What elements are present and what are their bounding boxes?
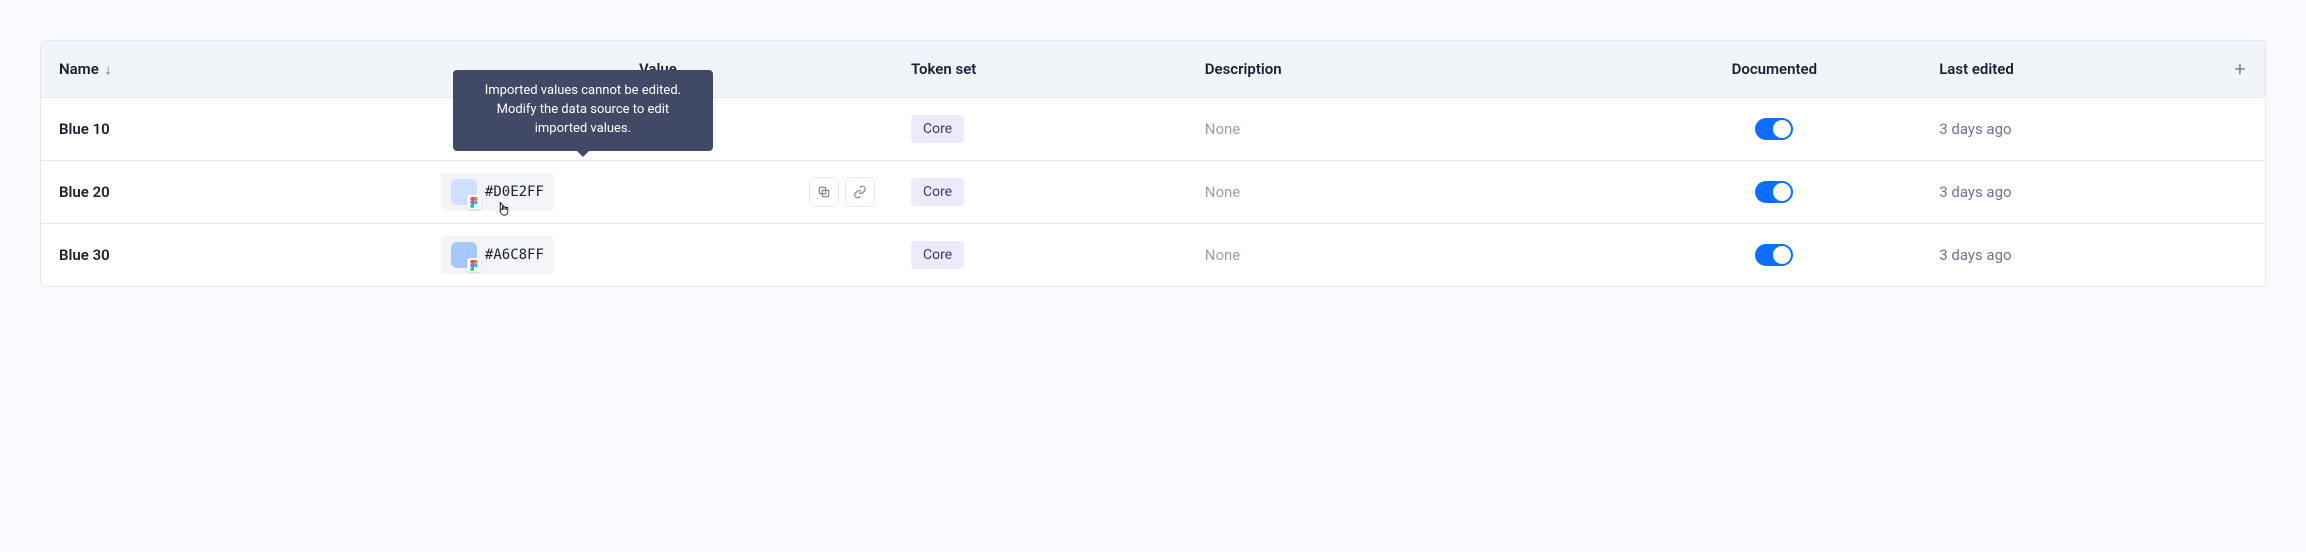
token-name[interactable]: Blue 20 [41,171,423,213]
column-header-last-edited[interactable]: Last edited [1921,44,2215,94]
link-icon [853,185,867,199]
column-header-name[interactable]: Name ↓ [41,44,423,94]
column-header-token-set[interactable]: Token set [893,44,1187,94]
figma-icon [470,197,478,208]
token-set-cell: Core [893,103,1187,155]
token-name[interactable]: Blue 10 [41,108,423,150]
row-actions [809,177,875,207]
table-row: Blue 20Imported values cannot be edited.… [41,161,2265,224]
trailing-cell [2215,180,2265,204]
description-cell[interactable]: None [1187,108,1628,150]
documented-toggle[interactable] [1755,181,1793,203]
last-edited-cell: 3 days ago [1921,234,2215,276]
last-edited-cell: 3 days ago [1921,171,2215,213]
documented-cell [1627,169,1921,215]
figma-icon [470,260,478,271]
trailing-cell [2215,117,2265,141]
copy-icon [817,185,831,199]
token-set-cell: Core [893,166,1187,218]
color-swatch-wrap [451,179,477,205]
token-name[interactable]: Blue 30 [41,234,423,276]
token-value-cell: #A6C8FF [423,224,893,286]
add-column-button[interactable]: + [2215,41,2265,97]
last-edited-cell: 3 days ago [1921,108,2215,150]
plus-icon: + [2234,57,2245,81]
token-set-cell: Core [893,229,1187,281]
token-set-badge[interactable]: Core [911,115,964,143]
documented-toggle[interactable] [1755,244,1793,266]
table-header: Name ↓ Value Token set Description Docum… [41,41,2265,98]
token-value-cell: Imported values cannot be edited. Modify… [423,161,893,223]
column-header-last-edited-label: Last edited [1939,60,2014,78]
column-header-name-label: Name [59,60,99,78]
link-button[interactable] [845,177,875,207]
hex-value-pill[interactable]: #D0E2FF [441,173,554,211]
hex-value-text: #A6C8FF [485,247,544,263]
description-cell[interactable]: None [1187,234,1628,276]
figma-badge [467,195,481,209]
column-header-documented-label: Documented [1732,60,1818,78]
hex-value-pill[interactable]: #A6C8FF [441,236,554,274]
description-cell[interactable]: None [1187,171,1628,213]
trailing-cell [2215,243,2265,267]
documented-toggle[interactable] [1755,118,1793,140]
tooltip: Imported values cannot be edited. Modify… [453,70,713,151]
column-header-description-label: Description [1205,60,1282,78]
figma-badge [467,258,481,272]
table-row: Blue 10 Core None 3 days ago [41,98,2265,161]
column-header-description[interactable]: Description [1187,44,1628,94]
column-header-token-set-label: Token set [911,60,976,78]
color-swatch-wrap [451,242,477,268]
documented-cell [1627,106,1921,152]
token-set-badge[interactable]: Core [911,178,964,206]
table-row: Blue 30 #A6C8FF Core None 3 days ago [41,224,2265,286]
column-header-documented[interactable]: Documented [1627,44,1921,94]
copy-button[interactable] [809,177,839,207]
tokens-table: Name ↓ Value Token set Description Docum… [40,40,2266,287]
sort-down-icon: ↓ [105,61,112,78]
documented-cell [1627,232,1921,278]
hex-value-text: #D0E2FF [485,184,544,200]
token-set-badge[interactable]: Core [911,241,964,269]
